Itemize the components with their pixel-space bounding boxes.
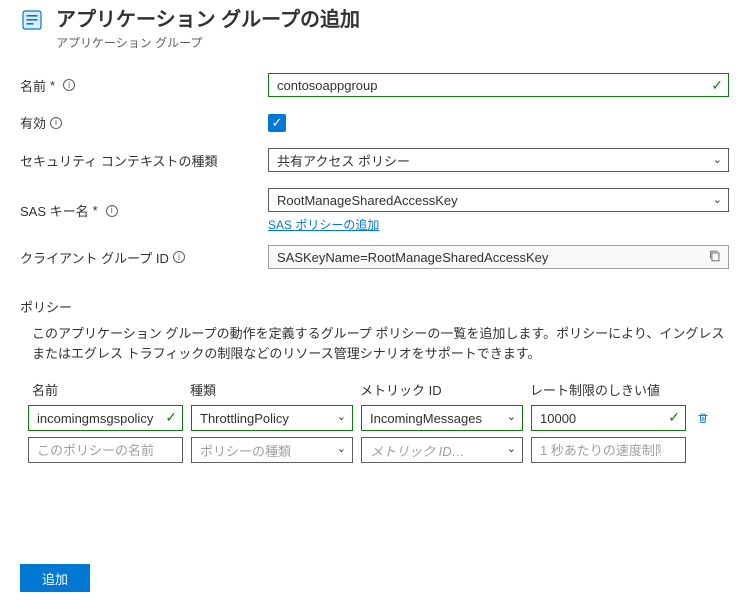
enabled-checkbox[interactable]: ✓	[268, 114, 286, 132]
label-sec-ctx: セキュリティ コンテキストの種類	[20, 151, 217, 170]
table-row: ✓ ThrottlingPolicy ⌄ IncomingMessages ⌄ …	[20, 405, 729, 431]
copy-icon[interactable]	[708, 249, 722, 266]
policy-table: 名前 種類 メトリック ID レート制限のしきい値 ✓ ThrottlingPo…	[20, 380, 729, 463]
placeholder-text: メトリック ID…	[370, 441, 465, 460]
policy-metric-select[interactable]: IncomingMessages ⌄	[361, 405, 523, 431]
required-mark: *	[50, 78, 55, 93]
sec-ctx-value: 共有アクセス ポリシー	[277, 151, 410, 170]
chevron-down-icon: ⌄	[337, 410, 346, 423]
check-icon: ✓	[711, 76, 723, 94]
chevron-down-icon: ⌄	[507, 442, 516, 455]
policy-title: ポリシー	[20, 297, 729, 316]
chevron-down-icon: ⌄	[713, 153, 722, 166]
policy-rate-input[interactable]	[531, 405, 686, 431]
delete-row-button[interactable]	[694, 409, 712, 427]
policy-desc: このアプリケーション グループの動作を定義するグループ ポリシーの一覧を追加しま…	[20, 324, 729, 364]
col-type: 種類	[190, 380, 360, 399]
page-title: アプリケーション グループの追加	[56, 8, 360, 32]
policy-metric-select[interactable]: メトリック ID… ⌄	[361, 437, 523, 463]
chevron-down-icon: ⌄	[507, 410, 516, 423]
check-icon: ✓	[165, 408, 177, 426]
sec-ctx-select[interactable]: 共有アクセス ポリシー ⌄	[268, 148, 729, 172]
label-enabled: 有効	[20, 113, 46, 132]
add-button[interactable]: 追加	[20, 564, 90, 592]
required-mark: *	[93, 203, 98, 218]
policy-name-input[interactable]	[28, 437, 183, 463]
info-icon[interactable]: i	[106, 205, 118, 217]
policy-type-select[interactable]: ThrottlingPolicy ⌄	[191, 405, 353, 431]
label-client-group: クライアント グループ ID	[20, 248, 169, 267]
client-group-field: SASKeyName=RootManageSharedAccessKey	[268, 245, 729, 269]
label-name: 名前	[20, 76, 46, 95]
info-icon[interactable]: i	[173, 251, 185, 263]
name-input[interactable]	[268, 73, 729, 97]
client-group-value: SASKeyName=RootManageSharedAccessKey	[277, 250, 548, 265]
info-icon[interactable]: i	[63, 79, 75, 91]
sas-key-select[interactable]: RootManageSharedAccessKey ⌄	[268, 188, 729, 212]
policy-rate-input[interactable]	[531, 437, 686, 463]
col-metric: メトリック ID	[360, 380, 530, 399]
col-rate: レート制限のしきい値	[530, 380, 690, 399]
app-group-icon	[20, 8, 44, 32]
sas-add-link[interactable]: SAS ポリシーの追加	[268, 216, 379, 233]
policy-metric-value: IncomingMessages	[370, 411, 482, 426]
policy-type-value: ThrottlingPolicy	[200, 411, 289, 426]
check-icon: ✓	[668, 408, 680, 426]
sas-key-value: RootManageSharedAccessKey	[277, 193, 458, 208]
page-subtitle: アプリケーション グループ	[56, 34, 360, 51]
chevron-down-icon: ⌄	[713, 193, 722, 206]
table-row: ポリシーの種類 ⌄ メトリック ID… ⌄	[20, 437, 729, 463]
info-icon[interactable]: i	[50, 117, 62, 129]
col-name: 名前	[20, 380, 190, 399]
policy-type-select[interactable]: ポリシーの種類 ⌄	[191, 437, 353, 463]
placeholder-text: ポリシーの種類	[200, 441, 291, 460]
policy-name-input[interactable]	[28, 405, 183, 431]
chevron-down-icon: ⌄	[337, 442, 346, 455]
label-sas-key: SAS キー名	[20, 201, 89, 220]
